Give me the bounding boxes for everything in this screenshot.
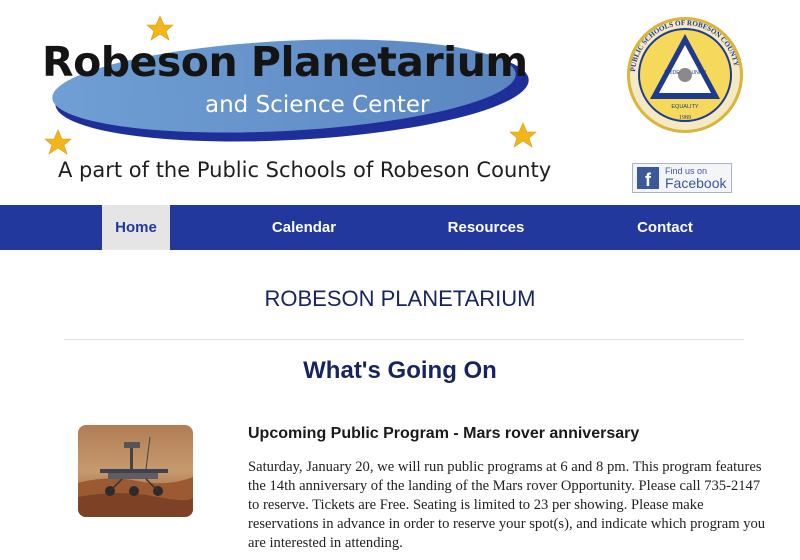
nav-item-resources[interactable]: Resources [436, 205, 536, 250]
mars-rover-image[interactable] [78, 425, 193, 517]
logo-tagline: A part of the Public Schools of Robeson … [58, 158, 552, 182]
seal-word-pride: PRIDE [664, 70, 680, 76]
site-header: Robeson Planetarium and Science Center A… [0, 0, 800, 205]
star-icon [44, 129, 72, 155]
facebook-icon: f [637, 167, 659, 189]
post-title[interactable]: Upcoming Public Program - Mars rover ann… [248, 424, 639, 443]
page-title: ROBESON PLANETARIUM [264, 286, 536, 311]
post-body: Saturday, January 20, we will run public… [248, 459, 766, 551]
star-icon [146, 15, 174, 41]
seal-year: 1989 [679, 115, 691, 121]
facebook-text: Find us on Facebook [665, 166, 727, 191]
logo-title[interactable]: Robeson Planetarium [42, 42, 528, 83]
seal-word-unity: UNITY [692, 70, 708, 76]
nav-item-calendar[interactable]: Calendar [254, 205, 354, 250]
logo-subtitle: and Science Center [205, 92, 430, 118]
district-seal[interactable]: PUBLIC SCHOOLS OF ROBESON COUNTY PRIDE U… [625, 15, 745, 135]
nav-item-home[interactable]: Home [102, 205, 170, 250]
main-nav: Home Calendar Resources Contact [0, 205, 800, 250]
star-icon [509, 122, 537, 148]
divider [64, 339, 744, 340]
facebook-big-label: Facebook [665, 174, 727, 191]
nav-item-contact[interactable]: Contact [615, 205, 715, 250]
facebook-button[interactable]: f Find us on Facebook [632, 163, 732, 193]
seal-word-equality: EQUALITY [671, 104, 699, 110]
section-title: What's Going On [303, 357, 497, 384]
